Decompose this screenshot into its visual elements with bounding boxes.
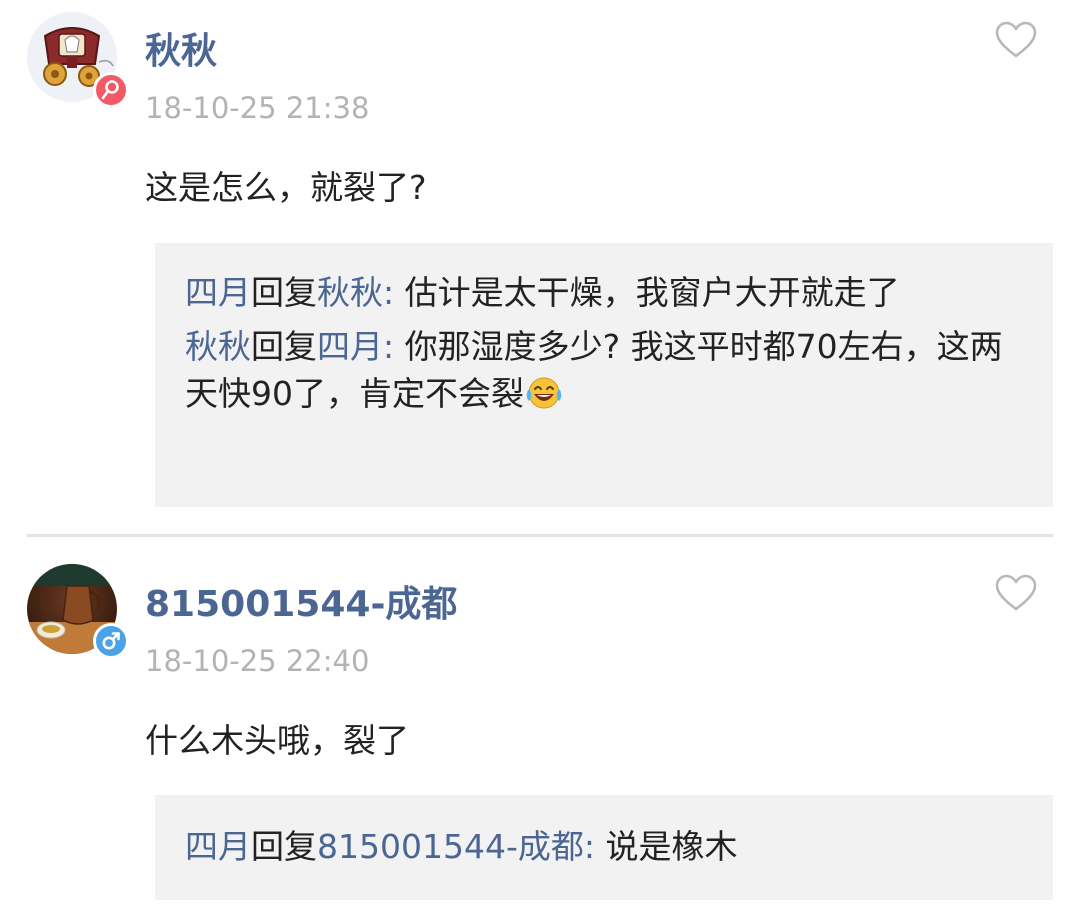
comment-username[interactable]: 秋秋 [145,34,217,70]
reply-colon: : [383,327,395,366]
heart-outline-icon [995,574,1037,611]
reply-text: 估计是太干燥，我窗户大开就走了 [394,273,900,312]
heart-outline-icon [995,21,1037,58]
comment-timestamp: 18-10-25 21:38 [145,91,370,125]
gender-female-badge [93,72,129,108]
like-button[interactable] [994,20,1038,60]
reply-box: 四月回复秋秋: 估计是太干燥，我窗户大开就走了 秋秋回复四月: 你那湿度多少? … [155,243,1053,507]
gender-male-badge [93,623,129,659]
comment-item: 秋秋 18-10-25 21:38 这是怎么，就裂了? 四月回复秋秋: 估计是太… [0,0,1080,535]
reply-colon: : [383,273,395,312]
comment-timestamp: 18-10-25 22:40 [145,644,370,678]
reply-to-name[interactable]: 四月 [317,327,383,366]
comment-item: 815001544-成都 18-10-25 22:40 什么木头哦，裂了 四月回… [0,537,1080,921]
reply-box: 四月回复815001544-成都: 说是橡木 [155,795,1053,900]
reply-text: 说是橡木 [595,827,738,866]
reply-from-name[interactable]: 秋秋 [185,327,251,366]
comment-content: 什么木头哦，裂了 [145,721,409,760]
female-icon [101,80,119,100]
male-icon [102,632,120,650]
reply-from-name[interactable]: 四月 [185,827,251,866]
comment-username[interactable]: 815001544-成都 [145,587,457,623]
laughing-crying-emoji [524,375,564,423]
reply-verb: 回复 [251,273,317,312]
reply-item[interactable]: 四月回复815001544-成都: 说是橡木 [185,823,1027,870]
reply-colon: : [583,827,595,866]
laughing-crying-emoji-icon [526,377,562,409]
comment-content: 这是怎么，就裂了? [145,168,427,207]
reply-verb: 回复 [251,327,317,366]
reply-verb: 回复 [251,827,317,866]
reply-to-name[interactable]: 815001544-成都 [317,827,584,866]
reply-from-name[interactable]: 四月 [185,273,251,312]
reply-item[interactable]: 四月回复秋秋: 估计是太干燥，我窗户大开就走了 [185,269,1027,316]
like-button[interactable] [994,573,1038,613]
reply-to-name[interactable]: 秋秋 [317,273,383,312]
reply-item[interactable]: 秋秋回复四月: 你那湿度多少? 我这平时都70左右，这两天快90了，肯定不会裂 [185,323,1027,423]
